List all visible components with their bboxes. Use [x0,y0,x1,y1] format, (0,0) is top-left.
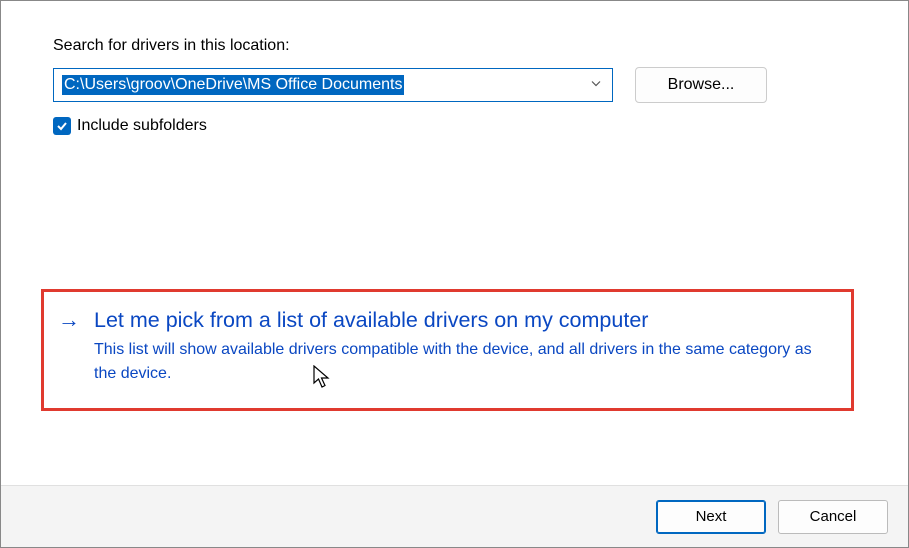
cancel-button[interactable]: Cancel [778,500,888,534]
driver-path-value: C:\Users\groov\OneDrive\MS Office Docume… [62,75,404,95]
search-location-label: Search for drivers in this location: [53,37,856,55]
include-subfolders-label: Include subfolders [77,117,207,135]
driver-path-combobox[interactable]: C:\Users\groov\OneDrive\MS Office Docume… [53,68,613,102]
next-button[interactable]: Next [656,500,766,534]
arrow-right-icon: → [58,306,80,386]
browse-button[interactable]: Browse... [635,67,767,103]
chevron-down-icon [590,77,602,94]
dialog-footer: Next Cancel [1,485,908,547]
pick-from-list-option[interactable]: → Let me pick from a list of available d… [41,289,854,411]
include-subfolders-checkbox[interactable] [53,117,71,135]
pick-from-list-title: Let me pick from a list of available dri… [94,306,823,334]
pick-from-list-description: This list will show available drivers co… [94,338,823,386]
